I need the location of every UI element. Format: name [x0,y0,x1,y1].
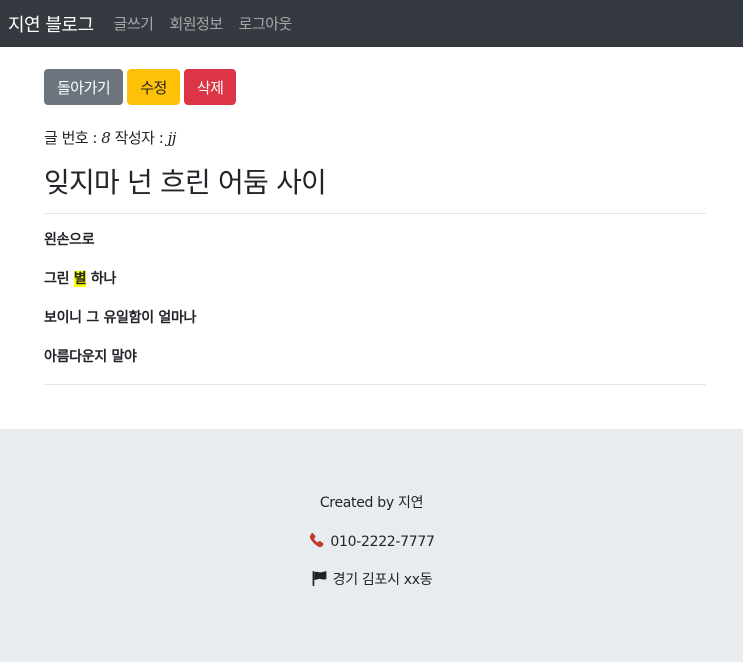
nav-link-profile[interactable]: 회원정보 [169,13,223,34]
footer-created: Created by 지연 [319,495,424,511]
post-number-label: 글 번호 : [44,129,102,147]
body-line-2-start: 그린 [44,271,74,287]
address-text: 경기 김포시 xx동 [332,572,433,588]
back-button[interactable]: 돌아가기 [44,69,124,105]
body-line-4: 아름다운지 말야 [44,349,137,365]
post-title: 잊지마 넌 흐린 어둠 사이 [44,166,327,199]
body-line-2: 그린 별 하나 [44,267,706,306]
post-author: jj [167,129,177,147]
footer: Created by 지연 010-2222-7777 경기 김포시 xx동 [0,429,743,662]
delete-button[interactable]: 삭제 [183,69,237,105]
post-meta: 글 번호 : 8 작성자 : jj [44,127,706,149]
post-number: 8 [101,129,111,147]
divider-bottom [44,384,706,385]
edit-button[interactable]: 수정 [127,69,180,105]
body-line-2-end: 하나 [86,271,117,287]
phone-icon [308,532,325,553]
body-line-3: 보이니 그 유일함이 얼마나 [44,310,197,326]
post-author-label: 작성자 : [110,129,168,147]
flag-icon [311,570,328,591]
footer-address: 경기 김포시 xx동 [0,569,743,591]
post-body: 왼손으로 그린 별 하나 보이니 그 유일함이 얼마나 아름다운지 말야 [44,214,706,384]
brand-link[interactable]: 지연 블로그 [8,11,94,37]
body-line-1: 왼손으로 [44,232,95,248]
footer-phone: 010-2222-7777 [0,532,743,553]
action-buttons: 돌아가기 수정 삭제 [44,69,706,105]
nav-link-write[interactable]: 글쓰기 [114,13,154,34]
nav-link-logout[interactable]: 로그아웃 [239,13,293,34]
post-detail: 돌아가기 수정 삭제 글 번호 : 8 작성자 : jj 잊지마 넌 흐린 어둠… [0,47,743,385]
navbar: 지연 블로그 글쓰기 회원정보 로그아웃 [0,0,743,47]
phone-number: 010-2222-7777 [330,534,435,550]
highlighted-word: 별 [73,271,87,287]
